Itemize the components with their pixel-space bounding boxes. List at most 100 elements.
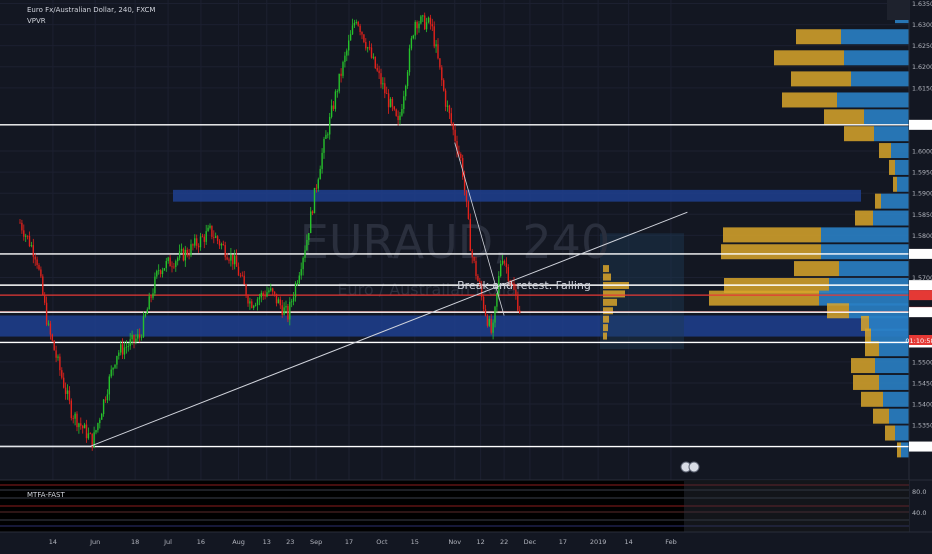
candle-body: [55, 350, 57, 358]
oscillator-tick-40: 40.0: [912, 509, 926, 517]
candle-body: [173, 266, 175, 268]
candle-body: [380, 73, 382, 85]
events-marker[interactable]: [680, 461, 700, 473]
candle-body: [106, 394, 109, 401]
annotation-text: Break and retest. Falling: [457, 279, 591, 292]
candle-body: [80, 423, 82, 426]
candle-body: [325, 134, 327, 139]
candle-body: [254, 304, 257, 306]
price-tick-label: 1.63000: [912, 22, 932, 29]
price-tick-label: 1.60000: [912, 149, 932, 156]
volume-bar-up: [883, 391, 909, 407]
candle-body: [137, 334, 139, 339]
candle-body: [351, 25, 354, 35]
candle-body: [116, 355, 118, 365]
candle-body: [40, 269, 42, 277]
price-tick-label: 1.55000: [912, 359, 932, 366]
candle-body: [25, 235, 27, 237]
volume-bar-down: [889, 159, 895, 175]
volume-bar-down: [893, 176, 897, 192]
candle-body: [439, 58, 441, 68]
candle-body: [329, 116, 331, 135]
candle-body: [403, 96, 405, 109]
time-tick-label: Jul: [163, 538, 172, 546]
candle-body: [353, 22, 356, 26]
candle-body: [338, 73, 340, 92]
candle-body: [30, 245, 33, 247]
candle-body: [165, 260, 167, 269]
candle-body: [192, 244, 194, 246]
candle-body: [473, 256, 475, 261]
candle-body: [395, 109, 397, 116]
candle-body: [486, 315, 489, 326]
local-volume-bar: [603, 273, 611, 281]
candle-body: [321, 152, 323, 169]
candle-body: [344, 55, 346, 63]
volume-bar-down: [709, 290, 819, 306]
candle-body: [448, 105, 451, 114]
candle-body: [378, 70, 380, 74]
candle-body: [57, 356, 59, 358]
candle-body: [416, 21, 418, 29]
local-volume-bar: [603, 307, 613, 315]
time-axis-background: [0, 532, 932, 550]
candle-body: [241, 275, 243, 277]
candle-body: [194, 238, 196, 246]
volume-bar-up: [841, 29, 909, 45]
candle-body: [391, 98, 394, 107]
candle-body: [384, 83, 386, 94]
candle-body: [239, 275, 242, 277]
candle-body: [386, 93, 388, 95]
volume-bar-up: [895, 425, 909, 441]
candle-body: [51, 334, 53, 341]
candle-body: [310, 211, 312, 234]
candle-body: [294, 283, 297, 298]
candle-body: [437, 44, 439, 59]
candle-body: [184, 249, 186, 261]
candle-body: [23, 230, 25, 237]
candle-body: [150, 296, 152, 298]
price-tick-label: 1.59000: [912, 191, 932, 198]
candle-body: [171, 266, 173, 268]
candle-body: [127, 346, 129, 347]
candle-body: [460, 153, 462, 159]
price-chart[interactable]: EURAUD, 240 Euro / Australian Dollar Bre…: [0, 0, 932, 550]
candle-body: [450, 113, 452, 124]
time-tick-label: 16: [197, 538, 205, 546]
candle-body: [406, 72, 409, 87]
candle-body: [169, 257, 171, 267]
candle-body: [496, 293, 498, 307]
candle-body: [363, 34, 365, 43]
volume-bar-up: [864, 109, 909, 125]
candle-body: [144, 314, 147, 317]
candle-body: [361, 31, 363, 35]
candle-body: [135, 338, 137, 342]
candle-body: [501, 260, 504, 264]
candle-body: [340, 73, 342, 76]
price-label-bg: [909, 119, 932, 130]
local-volume-bar: [603, 265, 609, 273]
candle-body: [232, 254, 234, 265]
candle-body: [175, 261, 177, 267]
candle-body: [59, 356, 61, 371]
candle-body: [308, 233, 310, 240]
candle-body: [311, 211, 314, 214]
volume-bar-down: [897, 442, 901, 458]
candle-body: [488, 318, 490, 326]
candle-body: [224, 245, 226, 258]
candle-body: [368, 47, 371, 49]
time-tick-label: 23: [286, 538, 294, 546]
candle-body: [139, 334, 141, 338]
candle-body: [359, 25, 361, 32]
volume-bar-down: [851, 358, 875, 374]
candle-body: [99, 419, 101, 424]
candle-body: [418, 23, 420, 29]
candle-body: [444, 90, 447, 107]
candle-body: [475, 260, 477, 277]
volume-bar-up: [821, 227, 909, 243]
candle-body: [133, 334, 135, 342]
axis-settings-box[interactable]: [887, 0, 909, 20]
candle-body: [89, 433, 91, 435]
price-label-bg: [909, 441, 932, 452]
candle-body: [315, 187, 318, 189]
